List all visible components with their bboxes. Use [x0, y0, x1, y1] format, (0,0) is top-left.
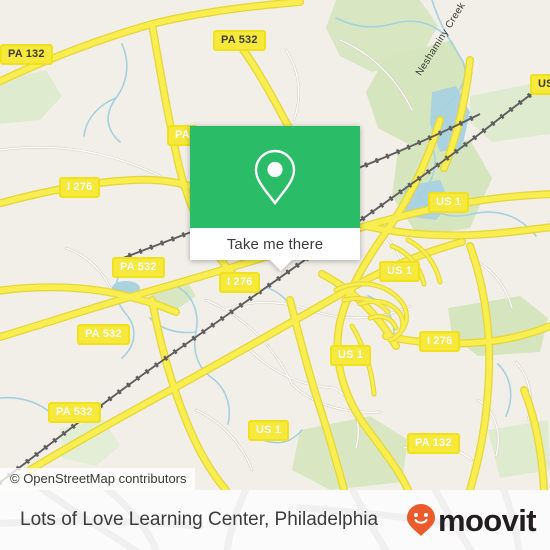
road-shield-pa-132[interactable]: PA 132	[0, 44, 53, 65]
road-shield-pa-532-w[interactable]: PA 532	[112, 257, 165, 278]
take-me-there-label: Take me there	[226, 235, 324, 253]
road-shield-i-276-nw[interactable]: I 276	[59, 177, 101, 198]
road-shield-us-1-ne[interactable]: US 1	[428, 192, 470, 213]
road-shield-pa-532-sw[interactable]: PA 532	[77, 324, 130, 345]
bottom-info-bar: Lots of Love Learning Center, Philadelph…	[0, 490, 550, 550]
map-screenshot: Neshaminy Creek PA 132 PA 532 US I 276 P…	[0, 0, 550, 550]
moovit-logo[interactable]: moovit	[406, 502, 537, 538]
popup-header	[190, 126, 360, 228]
moovit-smiley-pin-icon	[406, 504, 435, 536]
road-shield-us-1-sw[interactable]: US 1	[248, 420, 290, 441]
place-title: Lots of Love Learning Center, Philadelph…	[20, 509, 379, 530]
osm-attribution[interactable]: © OpenStreetMap contributors	[0, 468, 195, 490]
map-pin-icon	[254, 149, 296, 205]
road-shield-us[interactable]: US	[530, 74, 550, 95]
road-shield-pa-532[interactable]: PA 532	[213, 30, 266, 51]
take-me-there-button[interactable]: Take me there	[190, 228, 360, 260]
road-shield-us-1-c[interactable]: US 1	[379, 261, 421, 282]
road-shield-i-276-e[interactable]: I 276	[419, 331, 461, 352]
moovit-wordmark: moovit	[437, 502, 537, 538]
location-popup-card[interactable]: Take me there	[190, 126, 360, 271]
road-shield-i-276-c[interactable]: I 276	[219, 272, 261, 293]
popup-pointer	[270, 260, 292, 271]
map-canvas[interactable]: Neshaminy Creek PA 132 PA 532 US I 276 P…	[0, 0, 550, 490]
road-shield-pa-132-se[interactable]: PA 132	[407, 433, 460, 454]
road-shield-us-1-s[interactable]: US 1	[330, 345, 372, 366]
road-shield-pa-532-s[interactable]: PA 532	[48, 402, 101, 423]
